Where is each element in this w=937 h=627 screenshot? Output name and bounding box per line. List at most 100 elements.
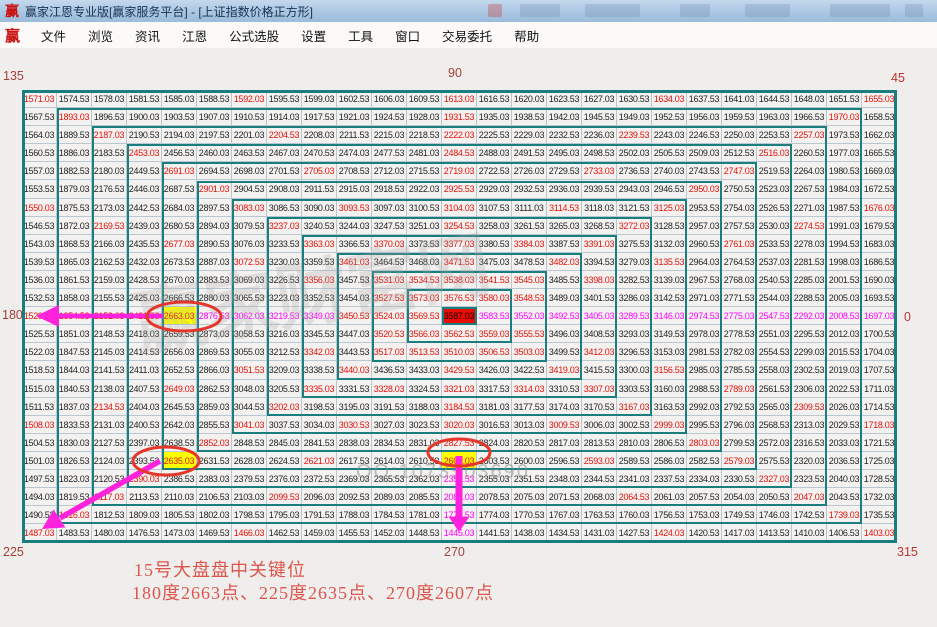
grid-cell[interactable]: 3461.03 — [337, 253, 372, 271]
grid-cell[interactable]: 3412.03 — [582, 343, 617, 361]
grid-cell[interactable]: 3342.03 — [302, 343, 337, 361]
grid-cell[interactable]: 3527.53 — [372, 289, 407, 307]
grid-cell[interactable]: 3142.53 — [652, 289, 687, 307]
grid-cell[interactable]: 3006.03 — [582, 416, 617, 434]
grid-cell[interactable]: 1518.53 — [22, 361, 57, 379]
grid-cell[interactable]: 1623.53 — [547, 90, 582, 108]
grid-cell[interactable]: 2519.53 — [757, 162, 792, 180]
grid-cell[interactable]: 3079.53 — [232, 217, 267, 235]
grid-cell[interactable]: 1683.03 — [862, 235, 897, 253]
grid-cell[interactable]: 2159.03 — [92, 271, 127, 289]
grid-cell[interactable]: 1704.03 — [862, 343, 897, 361]
grid-cell[interactable]: 1854.53 — [57, 307, 92, 325]
grid-cell[interactable]: 1945.53 — [582, 108, 617, 126]
grid-cell[interactable]: 1452.03 — [372, 524, 407, 542]
grid-cell[interactable]: 2120.53 — [92, 470, 127, 488]
grid-cell[interactable]: 3041.03 — [232, 416, 267, 434]
grid-cell[interactable]: 3328.03 — [372, 380, 407, 398]
grid-cell[interactable]: 2579.03 — [722, 452, 757, 470]
grid-cell[interactable]: 1963.03 — [757, 108, 792, 126]
grid-cell[interactable]: 3254.53 — [442, 217, 477, 235]
grid-cell[interactable]: 1900.03 — [127, 108, 162, 126]
grid-cell[interactable]: 2729.53 — [547, 162, 582, 180]
grid-cell[interactable]: 1721.53 — [862, 434, 897, 452]
grid-cell[interactable]: 2929.03 — [477, 180, 512, 198]
grid-cell[interactable]: 2768.03 — [722, 271, 757, 289]
grid-cell[interactable]: 2848.53 — [232, 434, 267, 452]
grid-cell[interactable]: 2050.53 — [757, 488, 792, 506]
grid-cell[interactable]: 2369.03 — [337, 470, 372, 488]
grid-cell[interactable]: 1791.53 — [302, 506, 337, 524]
grid-cell[interactable]: 2852.03 — [197, 434, 232, 452]
grid-cell[interactable]: 2257.03 — [792, 126, 827, 144]
grid-cell[interactable]: 1977.03 — [827, 144, 862, 162]
grid-cell[interactable]: 2082.03 — [442, 488, 477, 506]
grid-cell[interactable]: 3286.03 — [617, 289, 652, 307]
grid-cell[interactable]: 1466.03 — [232, 524, 267, 542]
grid-cell[interactable]: 3170.53 — [582, 398, 617, 416]
grid-cell[interactable]: 2243.03 — [652, 126, 687, 144]
grid-cell[interactable]: 3111.03 — [512, 199, 547, 217]
grid-cell[interactable]: 2425.03 — [127, 289, 162, 307]
grid-cell[interactable]: 2607.03 — [442, 452, 477, 470]
grid-cell[interactable]: 2439.03 — [127, 217, 162, 235]
grid-cell[interactable]: 1914.03 — [267, 108, 302, 126]
grid-cell[interactable]: 2985.03 — [687, 361, 722, 379]
grid-cell[interactable]: 1714.53 — [862, 398, 897, 416]
grid-cell[interactable]: 3100.53 — [407, 199, 442, 217]
grid-cell[interactable]: 2981.53 — [687, 343, 722, 361]
grid-cell[interactable]: 1592.03 — [232, 90, 267, 108]
grid-cell[interactable]: 2803.03 — [687, 434, 722, 452]
grid-cell[interactable]: 1406.53 — [827, 524, 862, 542]
grid-cell[interactable]: 2148.53 — [92, 325, 127, 343]
grid-cell[interactable]: 3513.53 — [407, 343, 442, 361]
grid-cell[interactable]: 2687.53 — [162, 180, 197, 198]
grid-cell[interactable]: 2810.03 — [617, 434, 652, 452]
grid-cell[interactable]: 2365.53 — [372, 470, 407, 488]
grid-cell[interactable]: 3384.03 — [512, 235, 547, 253]
grid-cell[interactable]: 2645.53 — [162, 398, 197, 416]
grid-cell[interactable]: 2544.03 — [757, 289, 792, 307]
grid-cell[interactable]: 2694.53 — [197, 162, 232, 180]
grid-cell[interactable]: 1938.53 — [512, 108, 547, 126]
menu-item-工具[interactable]: 工具 — [348, 26, 373, 45]
grid-cell[interactable]: 1613.03 — [442, 90, 477, 108]
grid-cell[interactable]: 2068.03 — [582, 488, 617, 506]
grid-cell[interactable]: 3289.53 — [617, 307, 652, 325]
grid-cell[interactable]: 1571.03 — [22, 90, 57, 108]
grid-cell[interactable]: 1539.53 — [22, 253, 57, 271]
grid-cell[interactable]: 2404.03 — [127, 398, 162, 416]
grid-cell[interactable]: 3009.53 — [547, 416, 582, 434]
grid-cell[interactable]: 2215.03 — [372, 126, 407, 144]
grid-cell[interactable]: 1725.03 — [862, 452, 897, 470]
grid-cell[interactable]: 2292.03 — [792, 307, 827, 325]
grid-cell[interactable]: 2348.03 — [547, 470, 582, 488]
grid-cell[interactable]: 2033.03 — [827, 434, 862, 452]
grid-cell[interactable]: 1917.53 — [302, 108, 337, 126]
grid-cell[interactable]: 3433.03 — [407, 361, 442, 379]
grid-cell[interactable]: 2551.03 — [757, 325, 792, 343]
grid-cell[interactable]: 3489.03 — [547, 289, 582, 307]
grid-cell[interactable]: 3307.03 — [582, 380, 617, 398]
grid-cell[interactable]: 2995.53 — [687, 416, 722, 434]
grid-cell[interactable]: 1802.03 — [197, 506, 232, 524]
grid-cell[interactable]: 1700.53 — [862, 325, 897, 343]
grid-cell[interactable]: 1445.03 — [442, 524, 477, 542]
grid-cell[interactable]: 2589.53 — [617, 452, 652, 470]
grid-cell[interactable]: 2124.03 — [92, 452, 127, 470]
grid-cell[interactable]: 3016.53 — [477, 416, 512, 434]
grid-cell[interactable]: 2470.53 — [302, 144, 337, 162]
grid-cell[interactable]: 1837.03 — [57, 398, 92, 416]
grid-cell[interactable]: 1991.03 — [827, 217, 862, 235]
grid-cell[interactable]: 3055.03 — [232, 343, 267, 361]
grid-cell[interactable]: 2596.53 — [547, 452, 582, 470]
grid-cell[interactable]: 2530.03 — [757, 217, 792, 235]
grid-cell[interactable]: 2264.03 — [792, 162, 827, 180]
grid-cell[interactable]: 2442.53 — [127, 199, 162, 217]
grid-cell[interactable]: 3121.53 — [617, 199, 652, 217]
grid-cell[interactable]: 1823.03 — [57, 470, 92, 488]
grid-cell[interactable]: 3583.53 — [477, 307, 512, 325]
grid-cell[interactable]: 1441.53 — [477, 524, 512, 542]
grid-cell[interactable]: 3048.03 — [232, 380, 267, 398]
grid-cell[interactable]: 2764.53 — [722, 253, 757, 271]
